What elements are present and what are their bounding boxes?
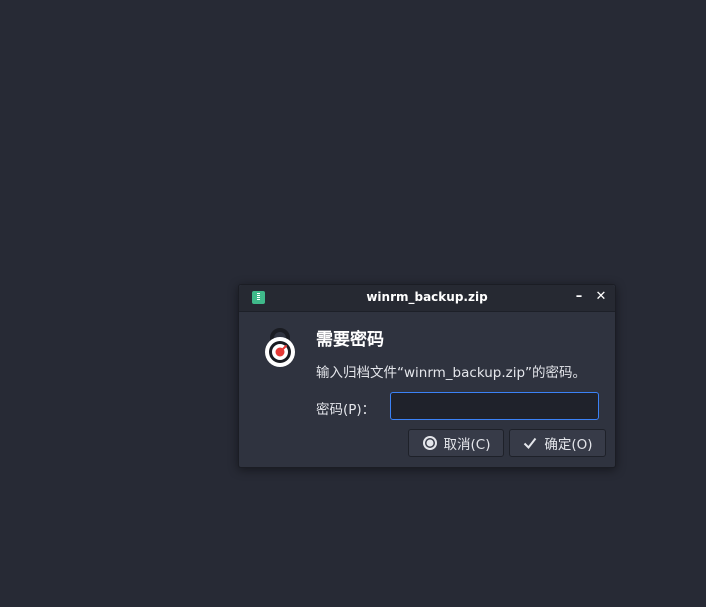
- cancel-circle-icon: [422, 435, 438, 451]
- password-dialog: winrm_backup.zip – ✕ 需要密码 输入归档文件“winrm_b…: [238, 284, 616, 468]
- lock-icon: [265, 328, 295, 367]
- checkmark-icon: [522, 435, 538, 451]
- dialog-heading: 需要密码: [316, 330, 384, 350]
- dialog-message: 输入归档文件“winrm_backup.zip”的密码。: [316, 365, 587, 381]
- desktop-background: winrm_backup.zip – ✕ 需要密码 输入归档文件“winrm_b…: [0, 0, 706, 607]
- minimize-button[interactable]: –: [571, 289, 587, 305]
- dialog-title: winrm_backup.zip: [366, 290, 488, 304]
- cancel-button[interactable]: 取消(C): [408, 429, 504, 457]
- password-label: 密码(P)：: [316, 402, 376, 418]
- password-input[interactable]: [390, 392, 599, 420]
- ok-button[interactable]: 确定(O): [509, 429, 606, 457]
- cancel-button-label: 取消(C): [443, 437, 491, 453]
- dialog-titlebar[interactable]: winrm_backup.zip – ✕: [239, 285, 615, 312]
- ok-button-label: 确定(O): [544, 437, 593, 453]
- close-button[interactable]: ✕: [593, 289, 609, 305]
